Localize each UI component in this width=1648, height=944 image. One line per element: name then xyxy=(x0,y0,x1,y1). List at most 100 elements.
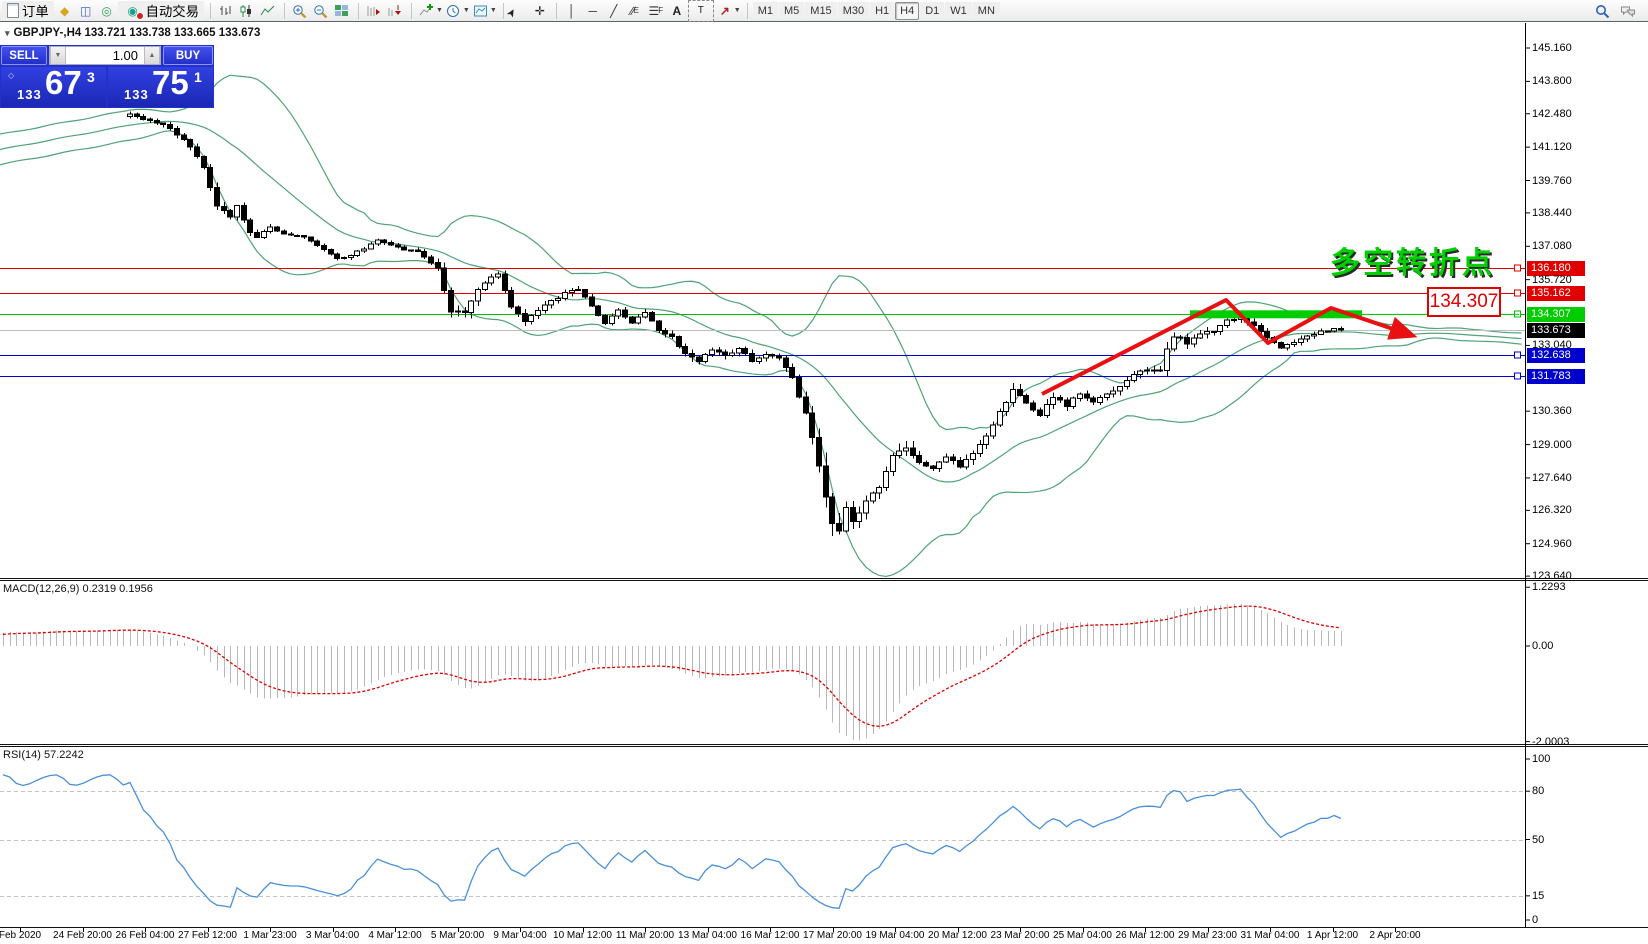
price-callout-label[interactable]: 134.307 xyxy=(1427,287,1501,317)
horizontal-line-icon[interactable]: ─ xyxy=(583,1,603,21)
text-icon[interactable]: A xyxy=(667,1,687,21)
auto-scroll-icon[interactable] xyxy=(364,1,384,21)
macd-histogram xyxy=(4,604,1342,741)
buy-button[interactable]: BUY xyxy=(163,46,213,65)
sell-big-figure: 133 xyxy=(17,87,42,102)
new-order-icon xyxy=(7,3,19,18)
sell-price-display[interactable]: ◇ 133 67 3 xyxy=(1,67,106,107)
zoom-out-icon[interactable] xyxy=(311,1,331,21)
volume-control: ▼ 1.00 ▲ xyxy=(49,46,161,65)
price-tick-137.080: 137.080 xyxy=(1532,240,1572,252)
new-order-button[interactable]: 订单 xyxy=(2,1,54,21)
price-label-131.783: 131.783 xyxy=(1527,369,1585,384)
resistance-line-2-handle[interactable] xyxy=(1515,290,1521,296)
toolbar-separator xyxy=(747,3,748,19)
bar-chart-icon[interactable] xyxy=(216,1,236,21)
indicators-icon[interactable] xyxy=(417,1,437,21)
market-watch-icon[interactable]: ◆ xyxy=(55,1,75,21)
support-line-2-handle[interactable] xyxy=(1515,373,1521,379)
dropdown-caret-icon[interactable]: ▼ xyxy=(734,7,741,14)
support-line-1-handle[interactable] xyxy=(1515,352,1521,358)
data-window-icon[interactable]: ◫ xyxy=(76,1,96,21)
dropdown-caret-icon[interactable]: ▼ xyxy=(436,7,443,14)
label-icon[interactable]: T xyxy=(688,0,714,22)
spinner-down-icon[interactable]: ▼ xyxy=(50,47,66,64)
templates-icon[interactable] xyxy=(471,1,491,21)
vertical-line-icon[interactable]: │ xyxy=(562,1,582,21)
rsi-indicator-label: RSI(14) 57.2242 xyxy=(3,749,84,761)
timeframe-w1-button[interactable]: W1 xyxy=(945,2,972,20)
signals-icon[interactable]: ◎ xyxy=(97,1,117,21)
price-tick-130.360: 130.360 xyxy=(1532,405,1572,417)
timeframe-h1-button[interactable]: H1 xyxy=(870,2,894,20)
autotrading-button[interactable]: ◉自动交易 xyxy=(118,1,204,21)
equidistant-channel-icon[interactable]: ∕∕E xyxy=(625,1,645,21)
chart-title-text: GBPJPY-,H4 133.721 133.738 133.665 133.6… xyxy=(14,27,261,39)
price-tick-142.480: 142.480 xyxy=(1532,108,1572,120)
rsi-axis-0: 0 xyxy=(1532,914,1538,926)
trendline-icon[interactable]: ╱ xyxy=(604,1,624,21)
price-label-135.162: 135.162 xyxy=(1527,286,1585,301)
chart-symbol-icon: ▾ xyxy=(5,28,10,39)
timeframe-mn-button[interactable]: MN xyxy=(973,2,1000,20)
autotrading-stopped-icon xyxy=(136,12,144,20)
spinner-up-icon[interactable]: ▲ xyxy=(144,47,160,64)
buy-main-digits: 75 xyxy=(152,64,189,102)
search-icon[interactable] xyxy=(1592,1,1612,21)
rsi-axis-100: 100 xyxy=(1532,753,1550,765)
periods-icon[interactable] xyxy=(444,1,464,21)
zoom-in-icon[interactable] xyxy=(290,1,310,21)
timeframe-m15-button[interactable]: M15 xyxy=(805,2,836,20)
main-chart-layer xyxy=(0,75,1525,576)
time-tick[interactable]: 2 Apr 20:00 xyxy=(1349,930,1441,941)
one-click-trading-panel: SELL ▼ 1.00 ▲ BUY ◇ 133 67 3 133 75 1 xyxy=(0,45,214,108)
chart-title: ▾ GBPJPY-,H4 133.721 133.738 133.665 133… xyxy=(5,27,260,39)
price-tick-143.800: 143.800 xyxy=(1532,75,1572,87)
price-tick-141.120: 141.120 xyxy=(1532,141,1572,153)
toolbar-separator xyxy=(284,3,285,19)
macd-axis-0.00: 0.00 xyxy=(1532,640,1553,652)
timeframe-m1-button[interactable]: M1 xyxy=(753,2,778,20)
toolbar-separator xyxy=(556,3,557,19)
price-tick-138.440: 138.440 xyxy=(1532,207,1572,219)
bollinger-lower xyxy=(0,131,1522,577)
tile-windows-icon[interactable] xyxy=(332,1,352,21)
macd-axis--2.0003: -2.0003 xyxy=(1532,736,1569,748)
chart-canvas xyxy=(0,0,1648,944)
candles xyxy=(128,112,1344,536)
chart-shift-icon[interactable] xyxy=(385,1,405,21)
buy-big-figure: 133 xyxy=(124,87,149,102)
resistance-line-1-handle[interactable] xyxy=(1515,265,1521,271)
chat-icon[interactable] xyxy=(1618,1,1638,21)
toolbar-separator xyxy=(411,3,412,19)
price-tick-124.960: 124.960 xyxy=(1532,538,1572,550)
rsi-axis-80: 80 xyxy=(1532,785,1544,797)
volume-input[interactable]: 1.00 xyxy=(66,47,144,64)
fibonacci-icon[interactable]: ☰F xyxy=(646,1,666,21)
toolbar-separator xyxy=(503,3,504,19)
rsi-line xyxy=(3,775,1341,909)
diamond-icon: ◇ xyxy=(8,71,14,80)
toolbar: 订单◆◫◎◉自动交易▼▼▼➤✛│─╱∕∕E☰FAT↗▼M1M5M15M30H1H… xyxy=(0,0,1648,22)
timeframe-h4-button[interactable]: H4 xyxy=(895,2,919,20)
dropdown-caret-icon[interactable]: ▼ xyxy=(490,7,497,14)
chart-annotation-text[interactable]: 多空转折点 xyxy=(1330,238,1495,282)
crosshair-icon[interactable]: ✛ xyxy=(530,1,550,21)
price-label-133.673: 133.673 xyxy=(1527,323,1585,338)
line-chart-icon[interactable] xyxy=(258,1,278,21)
dropdown-caret-icon[interactable]: ▼ xyxy=(463,7,470,14)
timeframe-m5-button[interactable]: M5 xyxy=(779,2,804,20)
timeframe-m30-button[interactable]: M30 xyxy=(838,2,869,20)
sell-pip-digit: 3 xyxy=(87,69,95,85)
price-tick-133.040: 133.040 xyxy=(1532,339,1572,351)
candlestick-chart-icon[interactable] xyxy=(237,1,257,21)
cursor-icon[interactable]: ➤ xyxy=(505,0,532,24)
arrows-icon[interactable]: ↗ xyxy=(715,1,735,21)
timeframe-d1-button[interactable]: D1 xyxy=(920,2,944,20)
buy-price-display[interactable]: 133 75 1 xyxy=(108,67,213,107)
bollinger-middle xyxy=(0,121,1522,482)
macd-axis-1.2293: 1.2293 xyxy=(1532,581,1566,593)
sell-button[interactable]: SELL xyxy=(1,46,47,65)
sell-main-digits: 67 xyxy=(45,64,82,102)
price-label-134.307: 134.307 xyxy=(1527,307,1585,322)
